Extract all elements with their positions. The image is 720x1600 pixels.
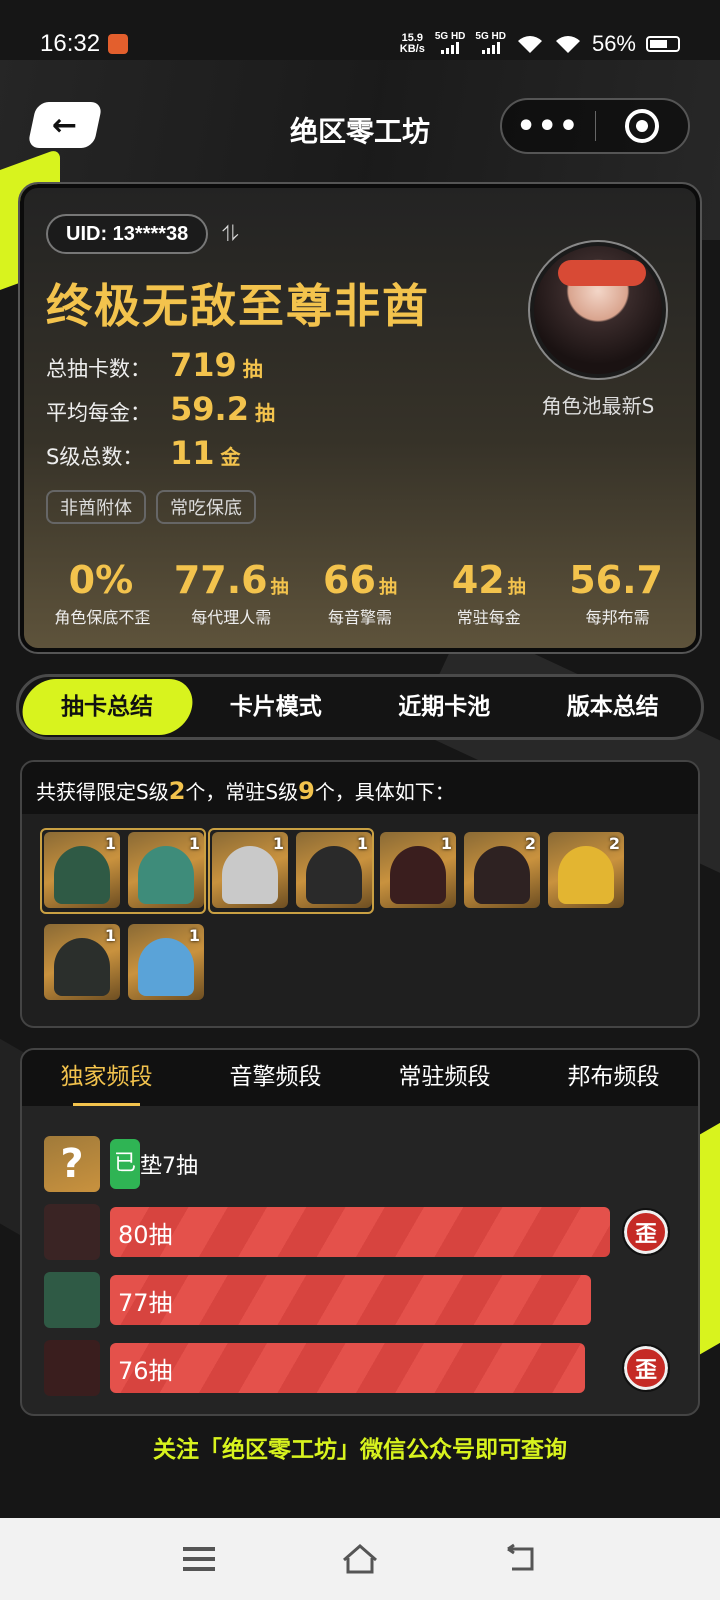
battery-percent: 56% — [591, 31, 636, 56]
card-count: 1 — [356, 834, 368, 853]
tab-bangboo-banner[interactable]: 邦布频段 — [529, 1050, 698, 1106]
pity-panel: 独家频段 音擎频段 常驻频段 邦布频段 ? 已 垫7抽 80抽歪 77抽 76抽歪 — [20, 1048, 700, 1416]
uid-badge[interactable]: UID: 13****38 — [46, 214, 209, 254]
battery-icon — [646, 36, 680, 52]
card-portrait — [474, 846, 530, 904]
card-portrait — [54, 846, 110, 904]
card-count: 2 — [524, 834, 536, 853]
wifi-icon — [517, 36, 542, 53]
card-blue-bangboo[interactable]: 1 — [128, 924, 204, 1000]
tab-exclusive-banner[interactable]: 独家频段 — [22, 1050, 191, 1106]
card-portrait — [306, 846, 362, 904]
card-count: 1 — [440, 834, 452, 853]
metric-item: 42 抽 常驻每金 — [451, 558, 526, 627]
card-frog-wengine[interactable]: 1 — [128, 832, 204, 908]
tab-card-mode[interactable]: 卡片模式 — [192, 679, 361, 735]
profile-card: UID: 13****38 ⥮ 终极无敌至尊非酋 总抽卡数： 719 抽 平均每… — [18, 182, 702, 654]
menu-button[interactable] — [180, 1539, 220, 1579]
pity-row: 76抽歪 — [44, 1334, 676, 1402]
s-rank-panel: 共获得限定S级2个，常驻S级9个，具体如下： 1 1 1 1 1 2 2 1 1 — [20, 760, 700, 1028]
switch-account-icon[interactable]: ⥮ — [222, 222, 238, 247]
tag-badge: 常吃保底 — [156, 490, 256, 524]
card-green-hair-agent[interactable]: 1 — [44, 832, 120, 908]
metric-item: 77.6 抽 每代理人需 — [173, 558, 289, 627]
more-dots-icon: ••• — [516, 108, 581, 144]
pity-pending-row: ? 已 垫7抽 — [44, 1130, 676, 1198]
card-portrait — [138, 938, 194, 996]
card-count: 1 — [188, 834, 200, 853]
card-count: 1 — [104, 926, 116, 945]
question-icon: ? — [44, 1136, 100, 1192]
card-dark-bangboo[interactable]: 1 — [44, 924, 120, 1000]
pending-badge: 已 — [110, 1139, 141, 1189]
avatar — [528, 240, 668, 380]
status-time: 16:32 — [40, 30, 101, 57]
notification-app-icon — [108, 34, 129, 54]
tag-badge: 非酋附体 — [46, 490, 146, 524]
card-count: 2 — [608, 834, 620, 853]
home-icon — [343, 1544, 377, 1574]
card-portrait — [222, 846, 278, 904]
stat-s-total: S级总数： 11 金 — [46, 434, 241, 472]
avatar — [44, 1272, 100, 1328]
pity-tabs: 独家频段 音擎频段 常驻频段 邦布频段 — [22, 1050, 698, 1106]
menu-icon — [183, 1547, 215, 1571]
status-bar: 16:32 15.9 KB/s 5G HD 5G HD 56% — [0, 0, 720, 88]
s-rank-summary: 共获得限定S级2个，常驻S级9个，具体如下： — [22, 762, 698, 814]
signal-sim2-icon: 5G HD — [475, 31, 506, 57]
card-white-hair-agent[interactable]: 1 — [212, 832, 288, 908]
more-button[interactable]: ••• — [502, 109, 595, 144]
back-nav-icon — [507, 1543, 534, 1571]
close-button[interactable] — [596, 109, 689, 143]
pity-row: 77抽 — [44, 1266, 676, 1334]
s-rank-grid: 1 1 1 1 1 2 2 1 1 — [22, 814, 698, 1026]
lost-5050-badge: 歪 — [622, 1344, 670, 1392]
home-button[interactable] — [340, 1539, 380, 1579]
card-portrait — [54, 938, 110, 996]
wifi-icon — [555, 36, 580, 53]
card-portrait — [138, 846, 194, 904]
card-red-eye-agent[interactable]: 1 — [380, 832, 456, 908]
tab-wengine-banner[interactable]: 音擎频段 — [191, 1050, 360, 1106]
avatar — [44, 1204, 100, 1260]
miniprogram-capsule: ••• — [500, 98, 690, 154]
card-black-ball-wengine[interactable]: 1 — [296, 832, 372, 908]
system-nav-bar — [0, 1518, 720, 1600]
card-portrait — [558, 846, 614, 904]
lost-5050-badge: 歪 — [622, 1208, 670, 1256]
card-count: 1 — [272, 834, 284, 853]
footer-note: 关注「绝区零工坊」微信公众号即可查询 — [153, 1437, 567, 1463]
pity-row: 80抽歪 — [44, 1198, 676, 1266]
pity-bar: 80抽 — [110, 1207, 610, 1257]
pending-text: 垫7抽 — [140, 1154, 199, 1179]
net-speed: 15.9 KB/s — [399, 32, 425, 55]
card-count: 1 — [188, 926, 200, 945]
pity-bar: 77抽 — [110, 1275, 591, 1325]
card-goggle-agent[interactable]: 2 — [464, 832, 540, 908]
pity-bar: 76抽 — [110, 1343, 585, 1393]
signal-sim1-icon: 5G HD — [435, 31, 465, 57]
pity-list: ? 已 垫7抽 80抽歪 77抽 76抽歪 — [22, 1106, 698, 1402]
metric-item: 66 抽 每音擎需 — [323, 558, 397, 627]
target-close-icon — [624, 109, 659, 143]
tab-version-summary[interactable]: 版本总结 — [529, 679, 698, 735]
tab-recent-pools[interactable]: 近期卡池 — [360, 679, 529, 735]
app-header: ← 绝区零工坊 ••• — [0, 88, 720, 170]
metric-item: 56.7 每邦布需 — [569, 558, 663, 627]
latest-s-avatar: 角色池最新S — [528, 240, 668, 419]
avatar — [44, 1340, 100, 1396]
card-yellow-bangboo[interactable]: 2 — [548, 832, 624, 908]
metrics-row: 0% 角色保底不歪 77.6 抽 每代理人需 66 抽 每音擎需 42 抽 常驻每金 … — [38, 558, 682, 628]
tab-standard-banner[interactable]: 常驻频段 — [360, 1050, 529, 1106]
card-portrait — [390, 846, 446, 904]
tab-summary[interactable]: 抽卡总结 — [18, 679, 197, 735]
card-count: 1 — [104, 834, 116, 853]
back-nav-button[interactable] — [500, 1539, 540, 1579]
avatar-caption: 角色池最新S — [541, 394, 655, 418]
main-tabs: 抽卡总结 卡片模式 近期卡池 版本总结 — [16, 674, 704, 740]
metric-item: 0% 角色保底不歪 — [54, 558, 151, 627]
